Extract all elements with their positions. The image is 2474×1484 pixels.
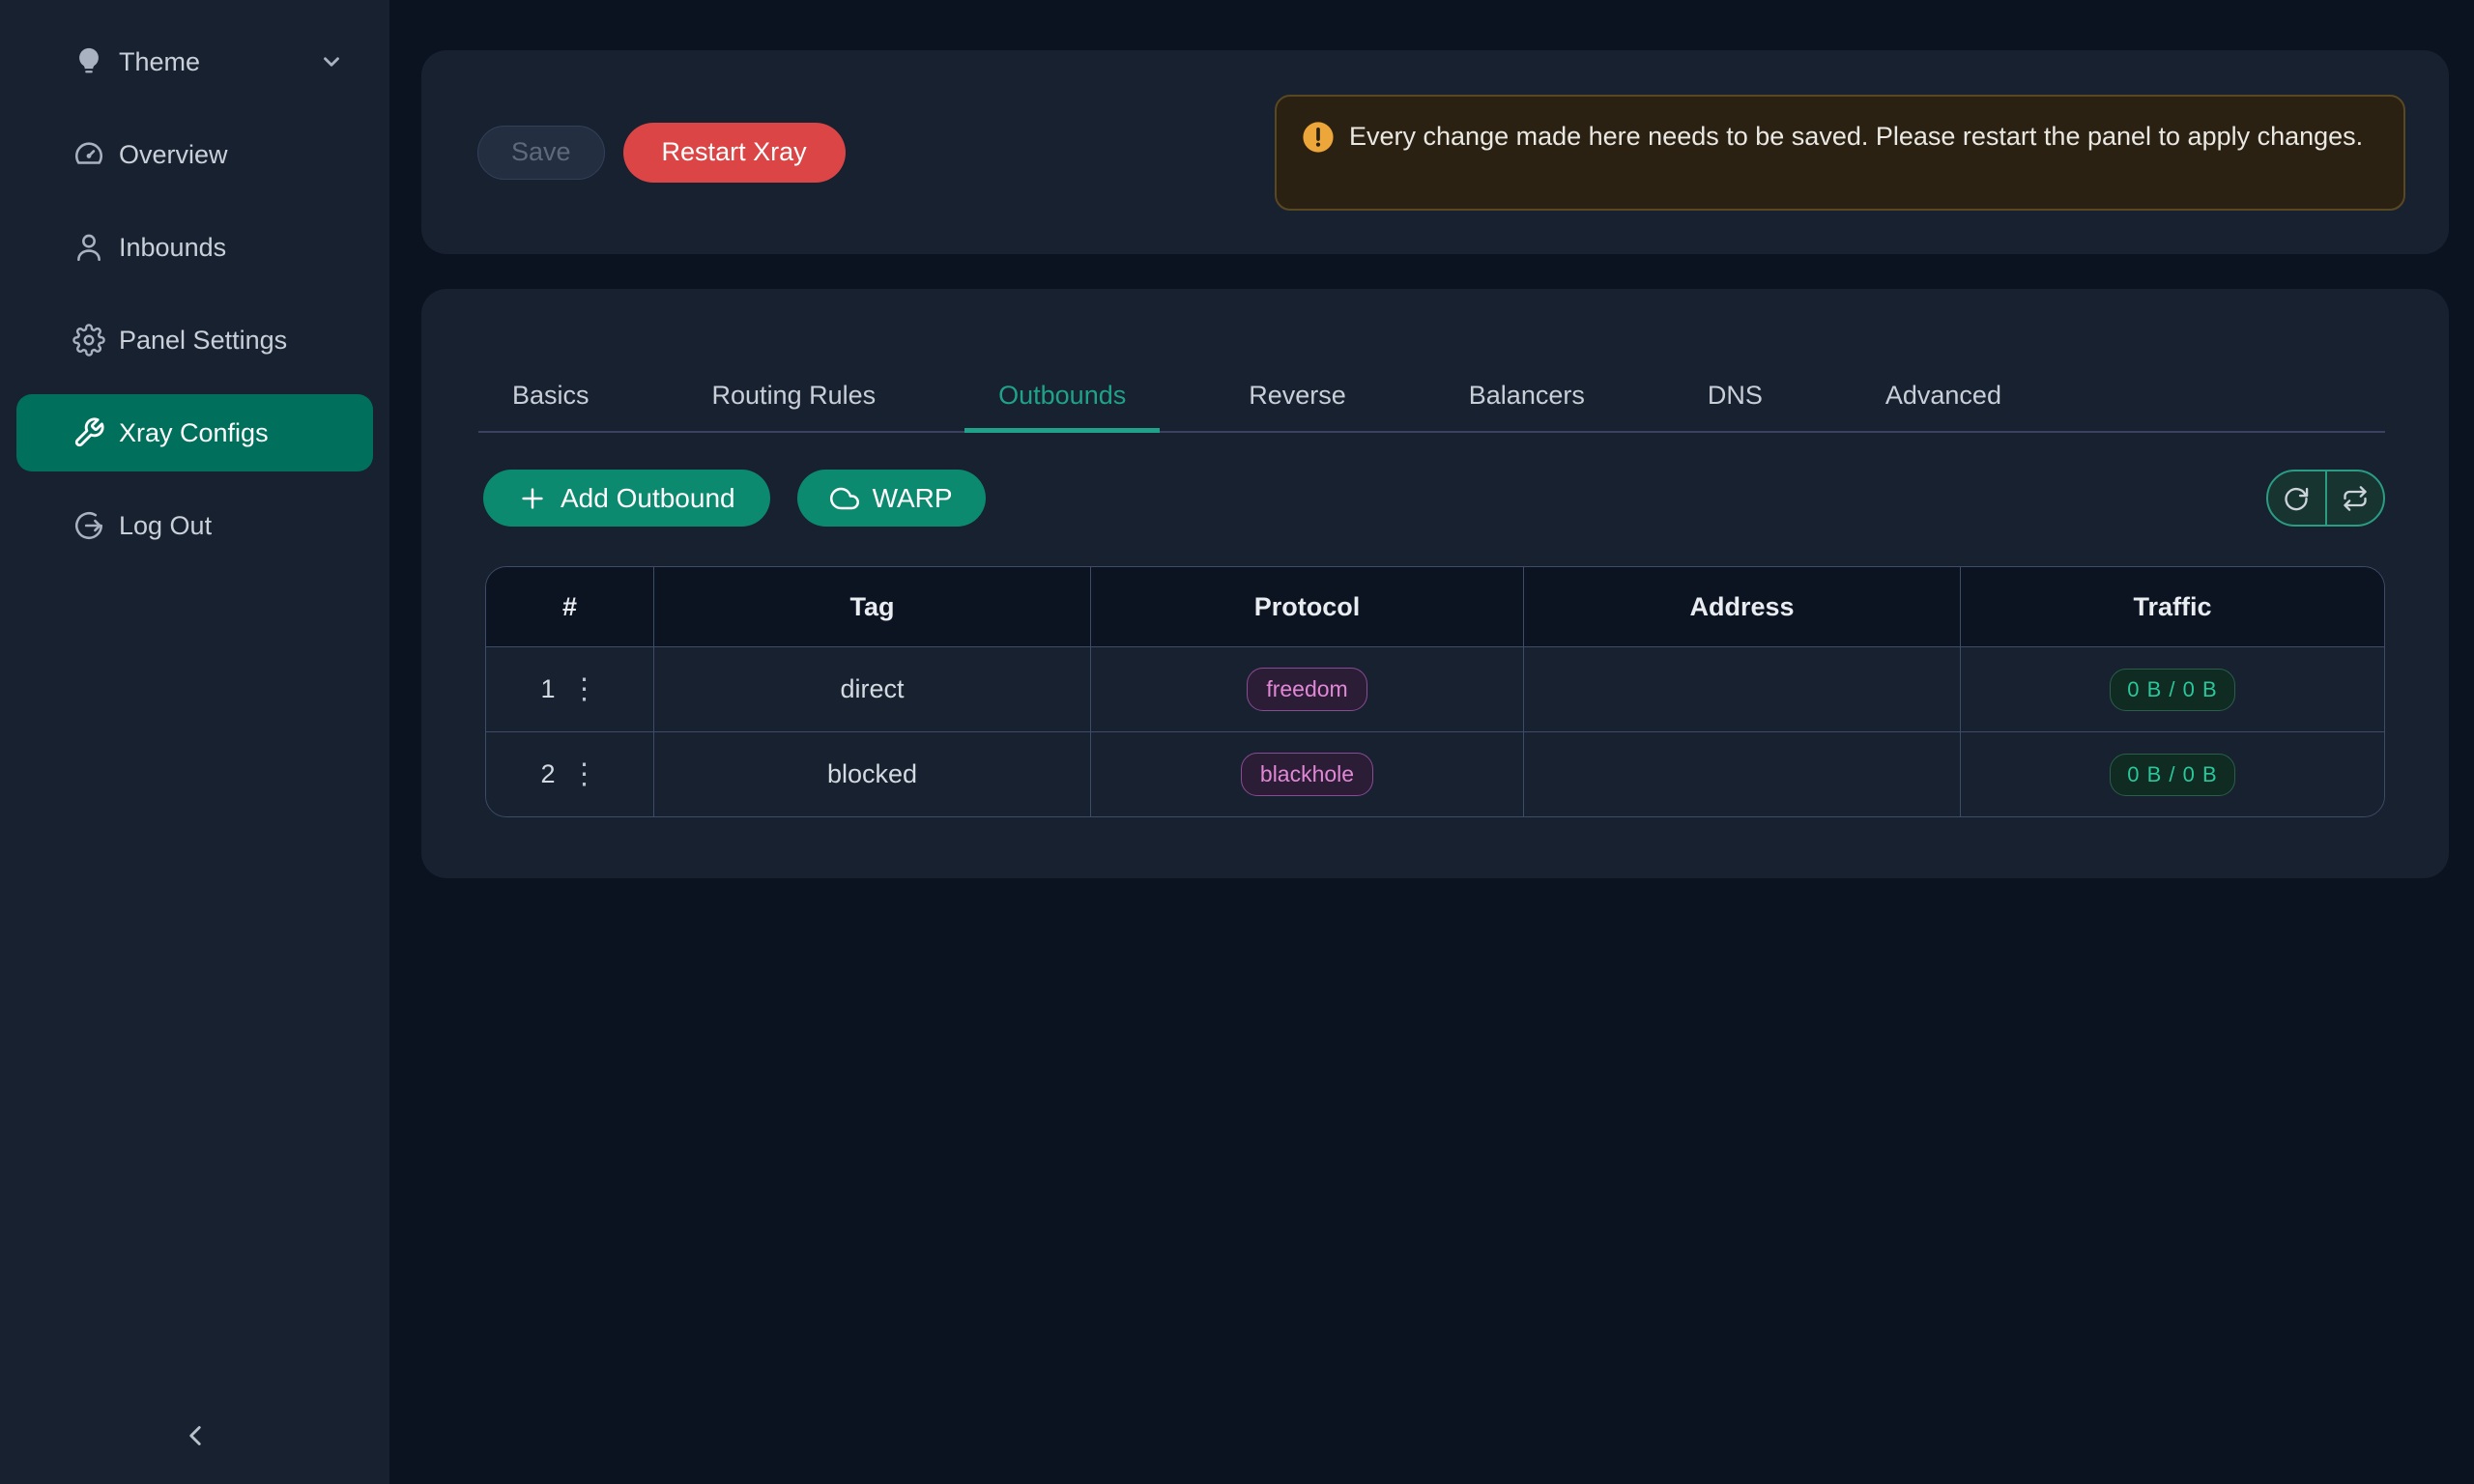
chevron-down-icon — [319, 49, 344, 74]
add-outbound-label: Add Outbound — [561, 483, 735, 514]
table-header-row: # Tag Protocol Address Traffic — [486, 567, 2384, 646]
table-row: 2 ⋮ blocked blackhole 0 B / 0 B — [486, 731, 2384, 816]
column-header-address: Address — [1523, 567, 1960, 646]
column-header-tag: Tag — [653, 567, 1090, 646]
row-index: 2 — [540, 759, 555, 789]
column-header-traffic: Traffic — [1960, 567, 2384, 646]
sidebar-item-xray-configs[interactable]: Xray Configs — [16, 394, 373, 471]
protocol-badge: blackhole — [1241, 753, 1373, 796]
user-icon — [72, 231, 105, 264]
traffic-badge: 0 B / 0 B — [2110, 669, 2234, 711]
tab-balancers[interactable]: Balancers — [1435, 381, 1619, 433]
refresh-icon — [2283, 485, 2310, 512]
sidebar-nav: Theme Overview Inbounds — [0, 0, 389, 564]
tab-routing-rules[interactable]: Routing Rules — [678, 381, 910, 433]
lightbulb-icon — [72, 45, 105, 78]
row-tag: blocked — [653, 732, 1090, 816]
sidebar-item-inbounds[interactable]: Inbounds — [16, 209, 373, 286]
wrench-icon — [72, 416, 105, 449]
warp-label: WARP — [873, 483, 953, 514]
traffic-badge: 0 B / 0 B — [2110, 754, 2234, 796]
column-header-protocol: Protocol — [1090, 567, 1523, 646]
repeat-icon — [2342, 485, 2369, 512]
sidebar-item-label: Overview — [119, 140, 228, 170]
add-outbound-button[interactable]: Add Outbound — [483, 470, 770, 527]
sidebar-item-label: Log Out — [119, 511, 212, 541]
sidebar-collapse-button[interactable] — [174, 1414, 216, 1457]
warning-circle-icon — [1302, 121, 1335, 154]
sidebar-item-label: Panel Settings — [119, 326, 287, 356]
tab-basics[interactable]: Basics — [478, 381, 623, 433]
plus-icon — [518, 484, 547, 513]
sidebar-item-theme[interactable]: Theme — [16, 23, 373, 100]
sidebar-item-panel-settings[interactable]: Panel Settings — [16, 301, 373, 379]
sidebar: Theme Overview Inbounds — [0, 0, 389, 1484]
tab-advanced[interactable]: Advanced — [1852, 381, 2035, 433]
save-restart-card: Save Restart Xray Every change made here… — [421, 50, 2449, 254]
row-tag: direct — [653, 647, 1090, 731]
row-menu-icon[interactable]: ⋮ — [570, 760, 599, 789]
toolbar-buttons: Save Restart Xray — [477, 123, 846, 183]
chevron-left-icon — [179, 1419, 212, 1452]
protocol-badge: freedom — [1247, 668, 1366, 711]
table-refresh-group — [2266, 470, 2385, 527]
sidebar-item-label: Theme — [119, 47, 200, 77]
sidebar-item-overview[interactable]: Overview — [16, 116, 373, 193]
tab-dns[interactable]: DNS — [1674, 381, 1797, 433]
restart-xray-button[interactable]: Restart Xray — [623, 123, 846, 183]
refresh-button[interactable] — [2268, 471, 2325, 525]
column-header-index: # — [486, 567, 653, 646]
row-index: 1 — [540, 674, 555, 704]
table-row: 1 ⋮ direct freedom 0 B / 0 B — [486, 646, 2384, 731]
gear-icon — [72, 324, 105, 357]
save-button[interactable]: Save — [477, 126, 605, 180]
row-address — [1523, 732, 1960, 816]
tab-reverse[interactable]: Reverse — [1215, 381, 1380, 433]
cloud-icon — [830, 484, 859, 513]
logout-icon — [72, 509, 105, 542]
warp-button[interactable]: WARP — [797, 470, 986, 527]
sidebar-item-label: Inbounds — [119, 233, 226, 263]
xray-configs-card: Basics Routing Rules Outbounds Reverse B… — [421, 289, 2449, 878]
toggle-refresh-button[interactable] — [2325, 471, 2384, 525]
tab-outbounds[interactable]: Outbounds — [964, 381, 1160, 433]
row-address — [1523, 647, 1960, 731]
restart-warning-alert: Every change made here needs to be saved… — [1275, 95, 2405, 211]
outbounds-action-row: Add Outbound WARP — [483, 470, 2385, 527]
config-tabs: Basics Routing Rules Outbounds Reverse B… — [478, 381, 2385, 433]
sidebar-item-log-out[interactable]: Log Out — [16, 487, 373, 564]
outbounds-table: # Tag Protocol Address Traffic 1 ⋮ direc… — [485, 566, 2385, 817]
gauge-icon — [72, 138, 105, 171]
sidebar-item-label: Xray Configs — [119, 418, 269, 448]
row-menu-icon[interactable]: ⋮ — [570, 675, 599, 704]
alert-text: Every change made here needs to be saved… — [1349, 117, 2363, 156]
